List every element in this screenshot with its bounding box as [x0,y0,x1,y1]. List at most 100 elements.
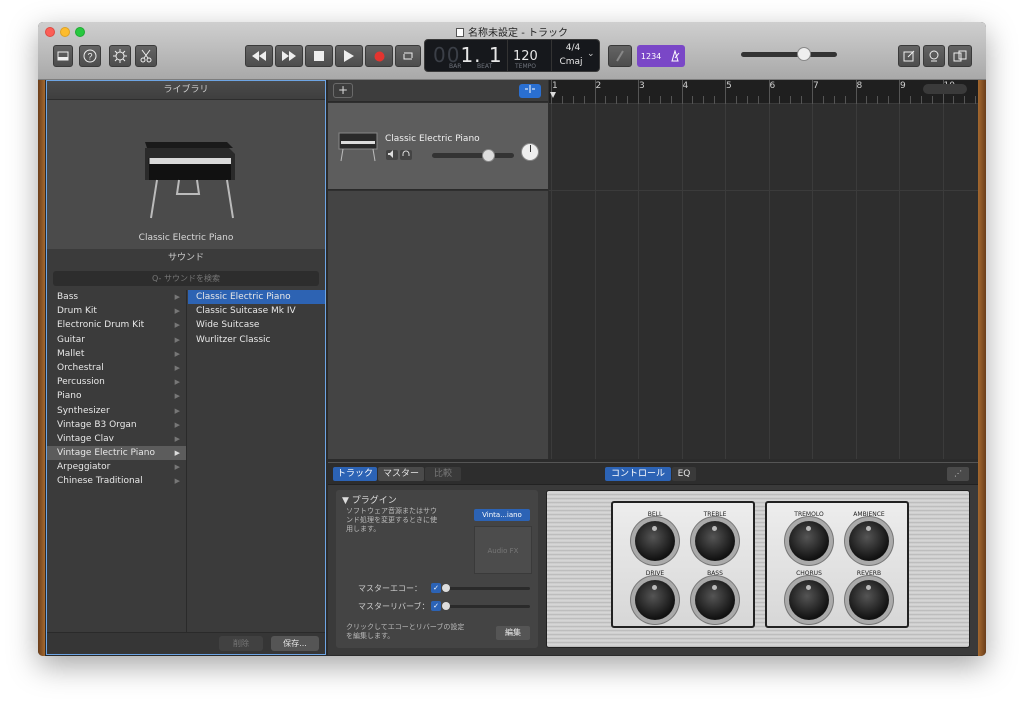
disclosure-arrow-icon: ▶ [174,434,180,443]
count-in-button[interactable]: 1234 [637,45,685,67]
master-volume-handle[interactable] [797,47,811,61]
track-volume-slider[interactable] [432,149,514,162]
help-button[interactable]: ? [79,45,101,67]
ruler-bar-number: 5 [726,81,732,91]
category-item[interactable]: Drum Kit ▶ [47,304,186,318]
rotary-knob[interactable] [849,521,889,561]
add-track-button[interactable]: + [333,83,353,98]
media-browser-button[interactable] [948,45,972,67]
library-panel: ライブラリ Classic Electric Piano サウンド Q- サウン… [46,80,326,655]
patch-item[interactable]: Classic Suitcase Mk IV [188,304,325,318]
category-item[interactable]: Electronic Drum Kit ▶ [47,318,186,332]
compare-button[interactable]: 比較 [425,467,461,481]
audio-fx-slot[interactable]: Audio FX [474,526,532,574]
knob-label: BASS [707,570,723,577]
rotary-knob[interactable] [635,521,675,561]
rotary-knob[interactable] [695,580,735,620]
category-item[interactable]: Orchestral ▶ [47,361,186,375]
delete-button[interactable]: 削除 [219,636,263,651]
edit-button[interactable]: 編集 [496,626,530,640]
mute-button[interactable] [386,150,398,160]
sound-search-placeholder: Q- サウンドを検索 [152,274,220,283]
ruler-bar-number: 2 [595,81,602,91]
plugins-heading[interactable]: ▼ プラグイン [342,493,397,506]
ruler-beat-tick [638,80,639,104]
category-label: Piano [57,391,82,402]
master-echo-slider[interactable] [442,584,530,592]
category-item[interactable]: Guitar ▶ [47,333,186,347]
patch-item[interactable]: Wide Suitcase [188,318,325,332]
pan-knob[interactable] [521,143,539,161]
patch-item[interactable]: Wurlitzer Classic [188,333,325,347]
fast-forward-button[interactable] [275,45,303,67]
category-item[interactable]: Arpeggiator ▶ [47,460,186,474]
rewind-button[interactable] [245,45,273,67]
rotary-knob[interactable] [789,580,829,620]
preview-instrument-name: Classic Electric Piano [138,233,234,243]
track-volume-handle[interactable] [481,149,495,162]
play-button[interactable] [335,45,363,67]
disclosure-arrow-icon: ▶ [174,392,180,401]
editors-button[interactable] [135,45,157,67]
tab-track[interactable]: トラック [333,467,377,481]
tab-controls[interactable]: コントロール [605,467,671,481]
lcd-mode-chevron-icon[interactable]: ⌄ [587,49,595,59]
library-toggle-button[interactable] [53,45,73,67]
category-item[interactable]: Piano ▶ [47,389,186,403]
title-bar: 名称未設定 - トラック ? 001. 1 BAR BEAT 120 TEMPO… [38,22,986,80]
track-row[interactable]: Classic Electric Piano [328,103,548,190]
patch-item[interactable]: Classic Electric Piano [188,290,325,305]
tab-master[interactable]: マスター [378,467,424,481]
disclosure-arrow-icon: ▶ [174,477,180,486]
smart-controls-button[interactable] [109,45,131,67]
category-label: Vintage B3 Organ [57,419,137,430]
notepad-button[interactable] [898,45,920,67]
sound-search-field[interactable]: Q- サウンドを検索 [53,271,319,286]
master-reverb-checkbox[interactable]: ✓ [431,601,441,611]
master-echo-handle[interactable] [442,584,450,592]
cycle-button[interactable] [395,45,421,67]
category-item[interactable]: Percussion ▶ [47,375,186,389]
catch-playhead-icon [525,85,535,93]
ruler-beat-tick [964,96,966,104]
window-title: 名称未設定 - トラック [38,24,986,39]
category-item[interactable]: Vintage Clav ▶ [47,432,186,446]
master-volume-slider[interactable] [741,47,837,61]
lcd-display[interactable]: 001. 1 BAR BEAT 120 TEMPO 4/4 Cmaj ⌄ [424,39,600,72]
timeline[interactable]: 12345678910 [549,80,978,459]
rotary-knob[interactable] [849,580,889,620]
ruler-beat-tick [627,96,629,104]
save-button[interactable]: 保存... [271,636,319,651]
category-item[interactable]: Vintage Electric Piano ▶ [47,446,186,461]
master-echo-checkbox[interactable]: ✓ [431,583,441,593]
playhead-icon[interactable] [550,92,558,102]
category-item[interactable]: Bass ▶ [47,290,186,304]
ruler-beat-tick [659,96,661,104]
zoom-slider[interactable] [923,84,967,94]
ruler-beat-tick [746,96,748,104]
category-item[interactable]: Mallet ▶ [47,347,186,361]
record-button[interactable] [365,45,393,67]
category-item[interactable]: Vintage B3 Organ ▶ [47,418,186,432]
instrument-plugin-select[interactable]: Vinta...iano [474,509,530,521]
master-reverb-handle[interactable] [442,602,450,610]
track-separator [549,190,978,191]
inspector-toggle-button[interactable]: ⋰ [947,467,969,481]
rotary-knob[interactable] [635,580,675,620]
knob-label: REVERB [856,570,882,577]
tab-eq[interactable]: EQ [672,467,696,481]
rotary-knob[interactable] [789,521,829,561]
category-item[interactable]: Chinese Traditional ▶ [47,474,186,488]
tuner-button[interactable] [608,45,632,67]
master-reverb-slider[interactable] [442,602,530,610]
rotary-knob[interactable] [695,521,735,561]
catch-playhead-button[interactable] [519,84,541,98]
ruler[interactable]: 12345678910 [549,80,978,104]
ruler-beat-tick [953,96,955,104]
category-item[interactable]: Synthesizer ▶ [47,404,186,418]
ruler-beat-tick [920,96,922,104]
bar-grid-line [551,104,552,459]
solo-button[interactable] [400,150,412,160]
stop-button[interactable] [305,45,333,67]
loop-browser-button[interactable] [923,45,945,67]
